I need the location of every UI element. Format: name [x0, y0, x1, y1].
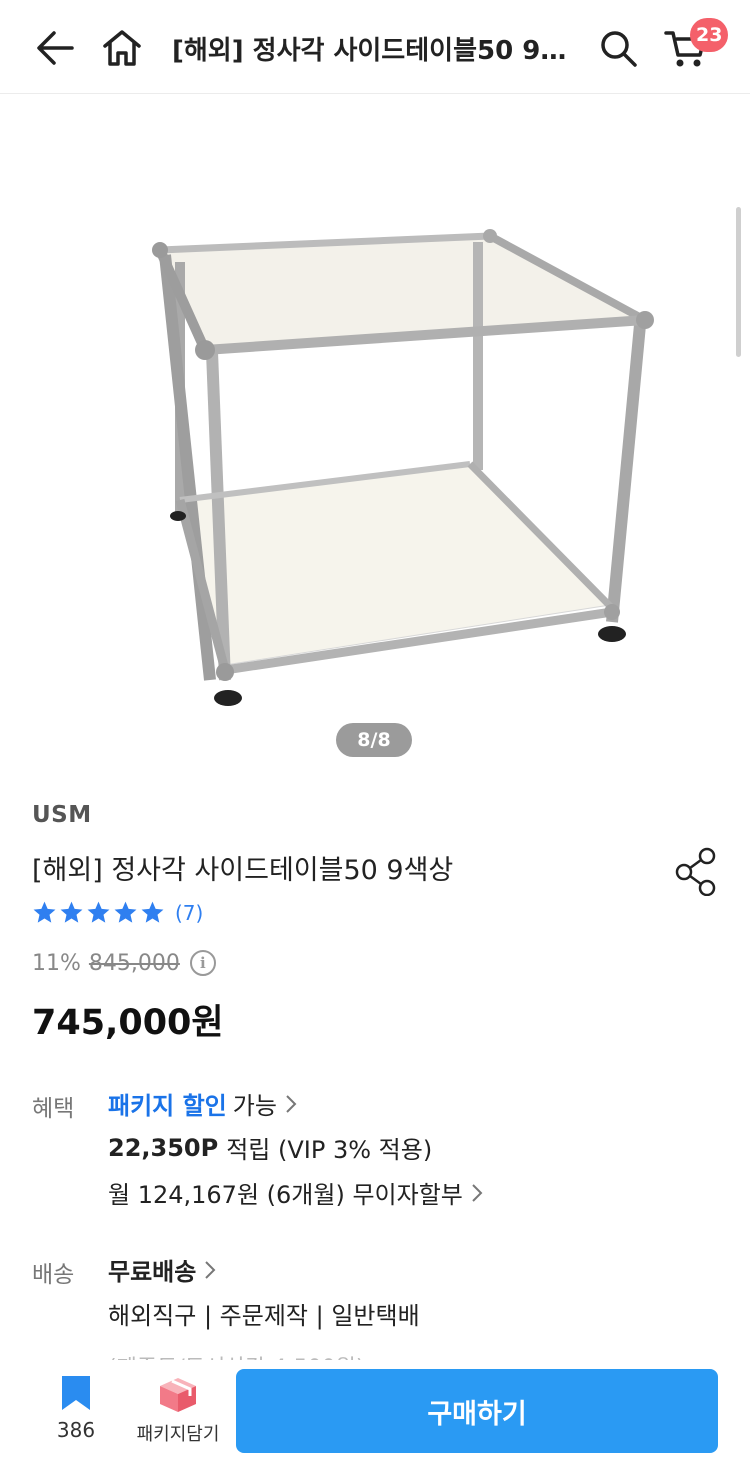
installment-link[interactable]: 월 124,167원 (6개월) 무이자할부 [108, 1175, 483, 1210]
star-icon [87, 901, 110, 923]
package-discount-link[interactable]: 패키지 할인 가능 [108, 1086, 297, 1121]
home-button[interactable] [98, 24, 146, 72]
bookmark-button[interactable]: 386 [36, 1374, 116, 1442]
delivery-label: 배송 [32, 1262, 75, 1288]
product-image [152, 229, 654, 706]
bookmark-count: 386 [56, 1418, 96, 1442]
package-discount-suffix: 가능 [232, 1092, 277, 1120]
search-button[interactable] [594, 24, 642, 72]
free-shipping-link[interactable]: 무료배송 [108, 1252, 216, 1287]
chevron-right-icon [205, 1260, 216, 1279]
star-icon [60, 901, 83, 923]
image-pager: 8/8 [336, 723, 412, 757]
scrollbar[interactable] [736, 207, 741, 357]
points-amount: 22,350P [108, 1133, 219, 1162]
points-text: 적립 (VIP 3% 적용) [226, 1136, 433, 1164]
original-price: 845,000 [88, 950, 180, 976]
review-count[interactable]: (7) [175, 901, 203, 925]
rating[interactable]: (7) [32, 900, 203, 925]
share-button[interactable] [672, 846, 722, 897]
product-image-gallery[interactable] [0, 95, 750, 760]
star-icon [141, 901, 164, 923]
star-rating [32, 900, 165, 925]
installment-text: 월 124,167원 (6개월) 무이자할부 [108, 1181, 463, 1209]
buy-button[interactable]: 구매하기 [236, 1369, 718, 1453]
page-title: [해외] 정사각 사이드테이블50 9… [172, 36, 567, 66]
star-icon [33, 901, 56, 923]
package-label: 패키지담기 [136, 1424, 220, 1445]
sale-price: 745,000원 [32, 1003, 224, 1043]
discount-rate: 11% [32, 950, 81, 976]
brand-name[interactable]: USM [32, 802, 92, 828]
cart-count-badge: 23 [690, 18, 729, 52]
share-icon [675, 847, 716, 897]
arrow-left-icon [37, 31, 74, 65]
package-box-icon [160, 1378, 196, 1412]
discount-row: 11% 845,000 i [32, 950, 216, 976]
chevron-right-icon [286, 1094, 297, 1113]
delivery-info: 해외직구 | 주문제작 | 일반택배 [108, 1302, 420, 1330]
back-button[interactable] [32, 24, 80, 72]
free-shipping-text: 무료배송 [108, 1258, 197, 1286]
benefits-label: 혜택 [32, 1096, 75, 1122]
points-row: 22,350P 적립 (VIP 3% 적용) [108, 1130, 432, 1165]
package-discount-label: 패키지 할인 [108, 1092, 227, 1120]
product-name: [해외] 정사각 사이드테이블50 9색상 [32, 855, 454, 886]
app-header: [해외] 정사각 사이드테이블50 9… 23 [0, 0, 750, 94]
star-icon [114, 901, 137, 923]
add-to-package-button[interactable]: 패키지담기 [128, 1372, 228, 1446]
bookmark-icon [62, 1376, 90, 1410]
chevron-right-icon [472, 1183, 483, 1202]
info-icon[interactable]: i [189, 950, 216, 976]
search-icon [601, 31, 637, 67]
home-icon [103, 30, 141, 66]
